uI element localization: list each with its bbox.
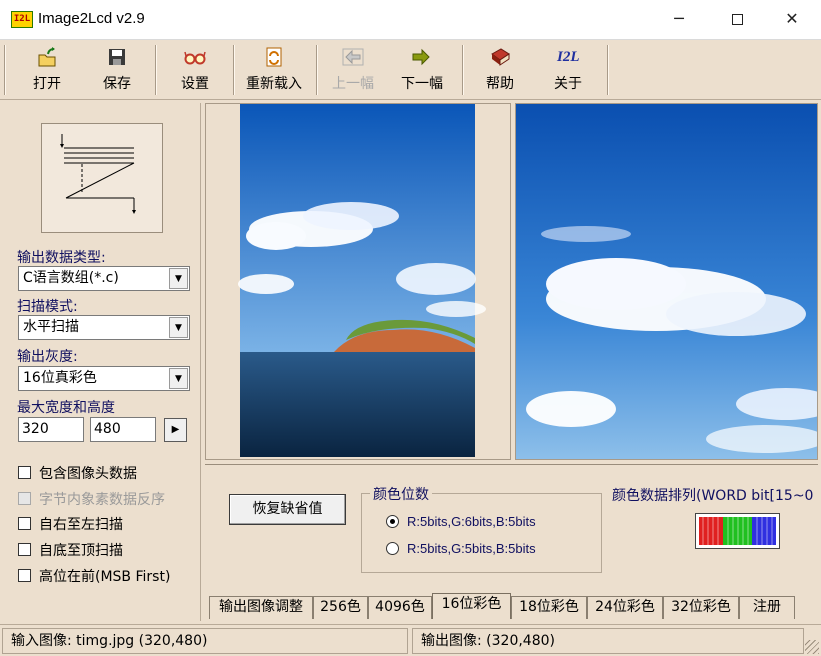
color-bits-group: 颜色位数 R:5bits,G:6bits,B:5bits R:5bits,G:5… [361, 484, 602, 573]
reverse-pixel-order-checkbox[interactable]: 字节内象素数据反序 [18, 489, 165, 508]
gray-level-value: 16位真彩色 [23, 370, 97, 386]
tab-16bit-color[interactable]: 16位彩色 [432, 593, 511, 619]
radio-dot[interactable] [386, 542, 399, 555]
left-options-panel: 输出数据类型: C语言数组(*.c) ▼ 扫描模式: 水平扫描 ▼ 输出灰度: … [4, 103, 201, 621]
status-bar: 输入图像: timg.jpg (320,480) 输出图像: (320,480) [0, 624, 821, 656]
checkbox-box[interactable] [18, 517, 31, 530]
chevron-down-icon[interactable]: ▼ [169, 268, 188, 289]
chevron-down-icon[interactable]: ▼ [169, 368, 188, 389]
rgb565-radio[interactable]: R:5bits,G:6bits,B:5bits [386, 514, 536, 529]
tab-256-colors[interactable]: 256色 [313, 596, 368, 619]
right-to-left-checkbox[interactable]: 自右至左扫描 [18, 514, 123, 533]
checkbox-box[interactable] [18, 466, 31, 479]
max-width-input[interactable]: 320 [18, 417, 84, 442]
output-image-preview [515, 103, 818, 460]
next-image-button[interactable]: 下一幅 [394, 44, 450, 97]
settings-glasses-icon [184, 51, 206, 65]
color-settings-panel: 恢复缺省值 颜色位数 R:5bits,G:6bits,B:5bits R:5bi… [205, 464, 818, 592]
reload-icon [266, 47, 282, 67]
color-order-bitmap [695, 513, 780, 549]
save-icon [109, 49, 125, 65]
toolbar-separator [4, 45, 6, 95]
save-button[interactable]: 保存 [92, 44, 142, 97]
next-arrow-icon [412, 48, 430, 66]
scan-mode-select[interactable]: 水平扫描 ▼ [18, 315, 190, 340]
scan-direction-icon [60, 134, 136, 214]
color-order-title: 颜色数据排列(WORD bit[15~0 [612, 488, 814, 504]
rgb-bit-order-icon [699, 517, 776, 545]
tab-32bit-color[interactable]: 32位彩色 [663, 596, 739, 619]
scan-mode-label: 扫描模式: [17, 299, 78, 315]
scan-mode-value: 水平扫描 [23, 319, 79, 335]
toolbar-separator [316, 45, 318, 95]
tab-24bit-color[interactable]: 24位彩色 [587, 596, 663, 619]
gray-level-select[interactable]: 16位真彩色 ▼ [18, 366, 190, 391]
i2l-logo-icon: I2L [557, 49, 580, 65]
apply-size-button[interactable]: ▶ [164, 418, 187, 442]
maximize-icon [731, 14, 743, 25]
reload-button[interactable]: 重新载入 [238, 44, 310, 97]
scan-mode-diagram [41, 123, 163, 233]
toolbar-separator [155, 45, 157, 95]
toolbar-separator [607, 45, 609, 95]
toolbar-separator [233, 45, 235, 95]
include-header-checkbox[interactable]: 包含图像头数据 [18, 463, 137, 482]
close-button[interactable]: ✕ [763, 0, 821, 38]
radio-dot[interactable] [386, 515, 399, 528]
window-title: Image2Lcd v2.9 [38, 10, 145, 27]
chevron-down-icon[interactable]: ▼ [169, 317, 188, 338]
output-image-status: 输出图像: (320,480) [412, 628, 804, 654]
play-arrow-icon: ▶ [171, 424, 180, 435]
restore-defaults-button[interactable]: 恢复缺省值 [229, 494, 346, 525]
tab-4096-colors[interactable]: 4096色 [368, 596, 432, 619]
help-button[interactable]: 帮助 [475, 44, 525, 97]
color-bits-title: 颜色位数 [370, 484, 432, 504]
max-height-input[interactable]: 480 [90, 417, 156, 442]
output-type-label: 输出数据类型: [17, 250, 106, 266]
rgb555-radio[interactable]: R:5bits,G:5bits,B:5bits [386, 541, 536, 556]
maximize-button[interactable] [708, 0, 766, 38]
checkbox-box[interactable] [18, 569, 31, 582]
gray-level-label: 输出灰度: [17, 349, 78, 365]
resize-grip-icon[interactable] [805, 640, 819, 654]
toolbar: 打开 保存 设置 重新载入 上一幅 下一幅 帮助 I2L 关于 [0, 41, 821, 100]
open-button[interactable]: 打开 [22, 44, 72, 97]
color-mode-tabs: 输出图像调整 256色 4096色 16位彩色 18位彩色 24位彩色 32位彩… [205, 593, 818, 619]
input-image-preview [205, 103, 511, 460]
output-type-select[interactable]: C语言数组(*.c) ▼ [18, 266, 190, 291]
app-logo-icon: I2L [11, 11, 33, 28]
open-icon [38, 47, 56, 67]
tab-output-adjust[interactable]: 输出图像调整 [209, 596, 313, 619]
help-book-icon [491, 48, 510, 66]
tab-18bit-color[interactable]: 18位彩色 [511, 596, 587, 619]
msb-first-checkbox[interactable]: 高位在前(MSB First) [18, 566, 170, 585]
input-image [238, 104, 486, 457]
max-size-label: 最大宽度和高度 [17, 400, 115, 416]
prev-arrow-icon [342, 48, 364, 66]
toolbar-separator [462, 45, 464, 95]
input-image-status: 输入图像: timg.jpg (320,480) [2, 628, 408, 654]
checkbox-box[interactable] [18, 543, 31, 556]
prev-image-button[interactable]: 上一幅 [325, 44, 381, 97]
about-button[interactable]: I2L 关于 [543, 44, 593, 97]
tab-register[interactable]: 注册 [739, 596, 795, 619]
minimize-button[interactable]: ─ [650, 0, 708, 38]
title-bar: I2L Image2Lcd v2.9 ─ ✕ [0, 0, 821, 40]
bottom-to-top-checkbox[interactable]: 自底至顶扫描 [18, 540, 123, 559]
output-image [516, 104, 817, 459]
checkbox-box[interactable] [18, 492, 31, 505]
settings-button[interactable]: 设置 [170, 44, 220, 97]
output-type-value: C语言数组(*.c) [23, 270, 119, 286]
